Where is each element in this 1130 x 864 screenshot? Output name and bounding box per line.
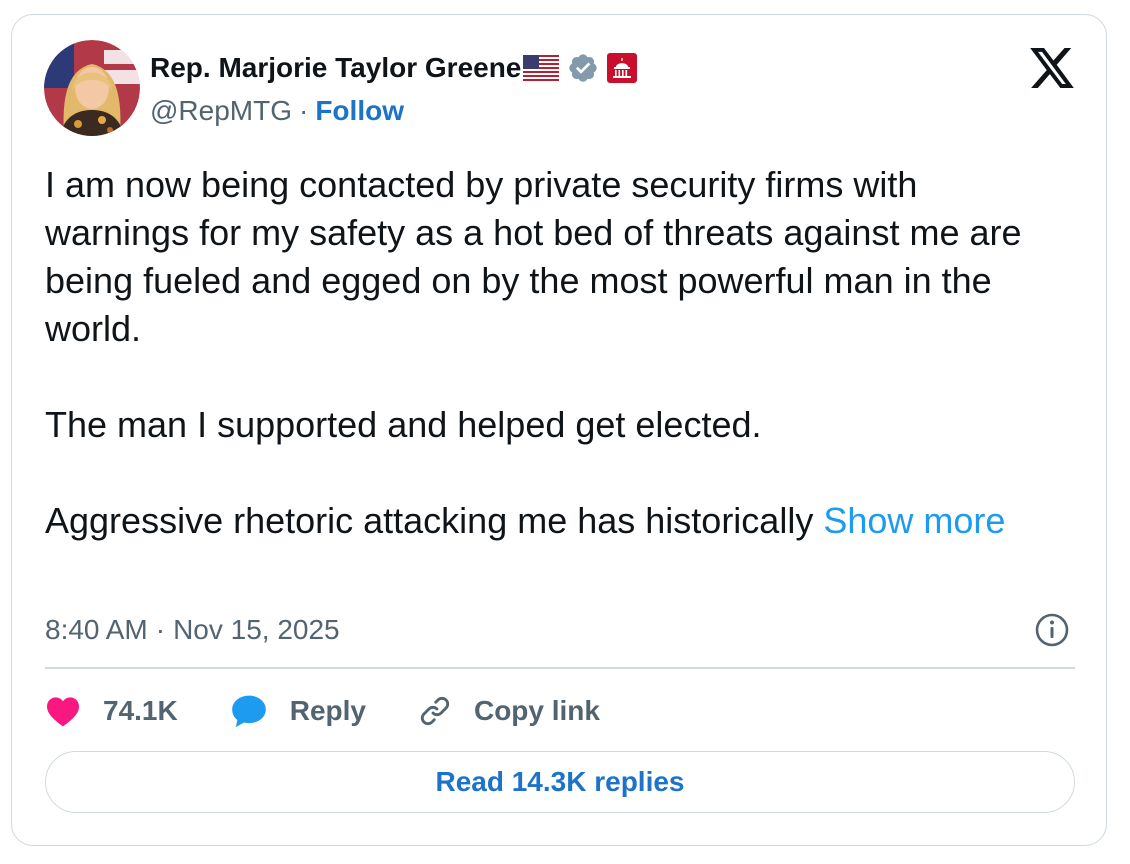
tweet-text: I am now being contacted by private secu…	[45, 161, 1055, 545]
author-handle-row: @RepMTG · Follow	[150, 93, 404, 129]
info-icon[interactable]	[1034, 612, 1070, 648]
speech-bubble-icon	[231, 695, 266, 728]
copy-link-label: Copy link	[473, 695, 600, 726]
capitol-building-icon	[607, 53, 638, 83]
tweet-paragraph-1: I am now being contacted by private secu…	[45, 164, 1022, 349]
tweet-paragraph-2: The man I supported and helped get elect…	[45, 404, 762, 445]
handle-separator: ·	[299, 95, 309, 126]
like-count: 74.1K	[103, 695, 178, 726]
divider	[45, 667, 1075, 669]
tweet-actions: 74.1K Reply Copy link	[45, 690, 652, 732]
show-more-link[interactable]: Show more	[823, 500, 1005, 541]
heart-icon	[47, 697, 79, 727]
link-icon	[420, 696, 450, 726]
tweet-timestamp[interactable]: 8:40 AM · Nov 15, 2025	[45, 608, 340, 652]
author-name[interactable]: Rep. Marjorie Taylor Greene	[150, 52, 521, 84]
timestamp-separator: ·	[155, 614, 166, 645]
tweet-paragraph-3: Aggressive rhetoric attacking me has his…	[45, 500, 814, 541]
x-logo-icon[interactable]	[1030, 48, 1074, 88]
read-replies-label: Read 14.3K replies	[435, 766, 685, 797]
author-name-row: Rep. Marjorie Taylor Greene	[150, 48, 638, 88]
tweet-paragraph-3-container: Aggressive rhetoric attacking me has his…	[45, 497, 1055, 545]
tweet-time: 8:40 AM	[45, 614, 148, 645]
copy-link-button[interactable]: Copy link	[418, 694, 600, 728]
verified-badge-icon[interactable]	[567, 52, 599, 84]
reply-button[interactable]: Reply	[230, 693, 366, 729]
follow-button[interactable]: Follow	[315, 95, 404, 127]
read-replies-button[interactable]: Read 14.3K replies	[45, 751, 1075, 813]
like-button[interactable]: 74.1K	[45, 695, 178, 727]
reply-label: Reply	[289, 695, 366, 726]
tweet-date: Nov 15, 2025	[173, 614, 340, 645]
profile-avatar[interactable]	[44, 40, 140, 136]
us-flag-icon	[523, 55, 560, 81]
author-handle[interactable]: @RepMTG	[150, 95, 292, 127]
